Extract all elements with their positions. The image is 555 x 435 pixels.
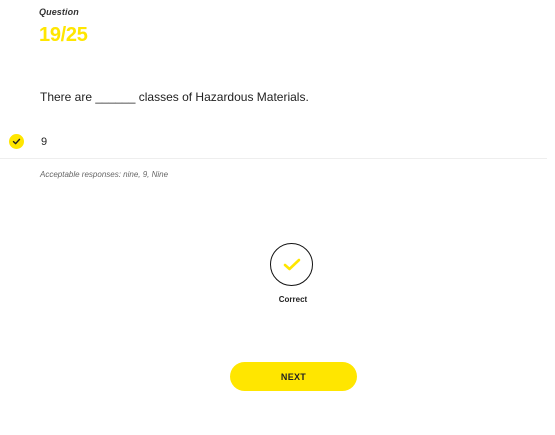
answer-value: 9 [41,136,48,148]
check-icon [9,134,24,149]
answer-row: 9 [0,128,547,159]
question-label: Question [39,7,79,17]
quiz-page: Question 19/25 There are ______ classes … [0,0,555,435]
check-icon [283,258,301,271]
result-indicator [270,243,313,286]
question-counter: 19/25 [39,24,88,46]
result-label: Correct [278,295,308,304]
question-text: There are ______ classes of Hazardous Ma… [40,90,309,104]
next-button[interactable]: NEXT [230,362,357,391]
acceptable-responses: Acceptable responses: nine, 9, Nine [40,170,169,179]
